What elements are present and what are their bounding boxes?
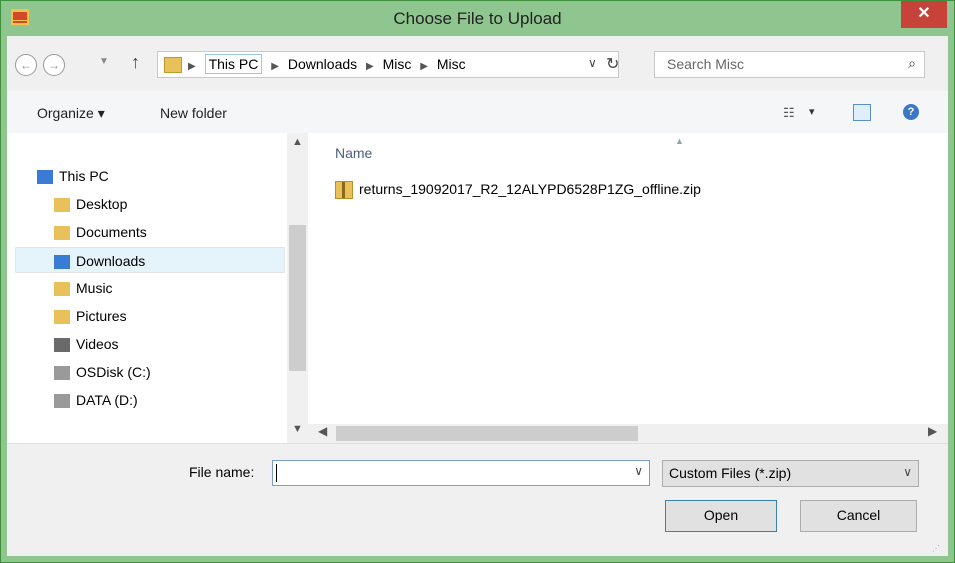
nav-item-label: Music — [76, 280, 113, 296]
list-item[interactable]: returns_19092017_R2_12ALYPD6528P1ZG_offl… — [335, 181, 701, 200]
nav-item-label: DATA (D:) — [76, 392, 138, 408]
forward-button[interactable]: → — [43, 54, 65, 76]
breadcrumb-misc-current[interactable]: Misc — [437, 56, 466, 72]
chevron-down-icon[interactable]: ∨ — [634, 464, 643, 478]
breadcrumb: ▶ This PC ▶ Downloads ▶ Misc ▶ Misc — [188, 54, 471, 74]
breadcrumb-separator-icon[interactable]: ▶ — [271, 61, 279, 72]
back-button[interactable]: ← — [15, 54, 37, 76]
downloads-folder-icon — [54, 255, 70, 270]
address-bar[interactable]: ▶ This PC ▶ Downloads ▶ Misc ▶ Misc ∨ ↻ — [157, 51, 619, 78]
nav-item-data[interactable]: DATA (D:) — [54, 387, 138, 413]
nav-item-label: This PC — [59, 168, 109, 184]
up-arrow-icon[interactable]: ↑ — [131, 52, 140, 73]
scroll-thumb[interactable] — [289, 225, 306, 371]
open-button[interactable]: Open — [665, 500, 777, 532]
drive-icon — [54, 394, 70, 409]
address-dropdown-icon[interactable]: ∨ — [588, 56, 597, 70]
breadcrumb-this-pc[interactable]: This PC — [204, 54, 263, 74]
nav-item-pictures[interactable]: Pictures — [54, 303, 127, 329]
chevron-down-icon[interactable]: ∨ — [903, 465, 912, 479]
preview-pane-icon[interactable] — [853, 104, 871, 121]
nav-item-desktop[interactable]: Desktop — [54, 191, 127, 217]
organize-button[interactable]: Organize ▾ — [37, 105, 105, 122]
title-bar[interactable]: Choose File to Upload ✕ — [1, 1, 954, 35]
pictures-folder-icon — [54, 310, 70, 325]
nav-item-label: Downloads — [76, 253, 146, 269]
view-options-dropdown-icon[interactable]: ▾ — [809, 105, 815, 118]
monitor-icon — [37, 170, 53, 185]
command-toolbar: Organize ▾ New folder ☷ ▾ ? — [7, 91, 948, 134]
nav-item-label: Pictures — [76, 308, 127, 324]
sort-ascending-icon: ▲ — [675, 136, 684, 146]
dialog-body: ← → ▼ ↑ ▶ This PC ▶ Downloads ▶ Misc ▶ M… — [7, 36, 948, 556]
file-name-panel: File name: ∨ Custom Files (*.zip) ∨ Open… — [7, 443, 948, 556]
zip-file-icon — [335, 181, 353, 200]
scroll-left-icon[interactable]: ◀ — [318, 424, 327, 438]
file-name-label: File name: — [189, 464, 255, 480]
file-upload-dialog: Choose File to Upload ✕ ← → ▼ ↑ ▶ This P… — [0, 0, 955, 563]
nav-item-label: Desktop — [76, 196, 128, 212]
resize-grip-icon[interactable]: ⋰ — [932, 544, 940, 553]
nav-item-label: OSDisk (C:) — [76, 364, 151, 380]
desktop-folder-icon — [54, 198, 70, 213]
search-icon[interactable]: ⌕ — [908, 55, 916, 72]
scroll-down-icon[interactable]: ▼ — [292, 423, 303, 435]
cancel-button[interactable]: Cancel — [800, 500, 917, 532]
text-caret — [276, 464, 277, 482]
drive-icon — [54, 366, 70, 381]
nav-item-osdisk[interactable]: OSDisk (C:) — [54, 359, 151, 385]
folder-icon — [164, 57, 182, 73]
nav-item-label: Videos — [76, 336, 119, 352]
scroll-thumb[interactable] — [336, 426, 638, 441]
file-list-horizontal-scrollbar[interactable]: ◀ ▶ — [308, 424, 948, 443]
file-name-input[interactable]: ∨ — [272, 460, 650, 486]
column-header-name[interactable]: Name — [335, 145, 372, 161]
breadcrumb-misc[interactable]: Misc — [383, 56, 412, 72]
nav-item-label: Documents — [76, 224, 147, 240]
help-icon[interactable]: ? — [903, 104, 919, 120]
nav-item-music[interactable]: Music — [54, 275, 113, 301]
nav-item-documents[interactable]: Documents — [54, 219, 147, 245]
search-placeholder: Search Misc — [667, 56, 745, 72]
nav-item-this-pc[interactable]: This PC — [37, 163, 109, 189]
videos-folder-icon — [54, 338, 70, 353]
close-button[interactable]: ✕ — [901, 1, 947, 28]
file-list: Name ▲ returns_19092017_R2_12ALYPD6528P1… — [308, 133, 948, 424]
new-folder-button[interactable]: New folder — [160, 105, 227, 121]
recent-locations-icon[interactable]: ▼ — [99, 56, 109, 67]
breadcrumb-downloads[interactable]: Downloads — [288, 56, 357, 72]
breadcrumb-separator-icon[interactable]: ▶ — [188, 61, 196, 72]
scroll-right-icon[interactable]: ▶ — [928, 424, 937, 438]
address-row: ← → ▼ ↑ ▶ This PC ▶ Downloads ▶ Misc ▶ M… — [7, 36, 948, 91]
dialog-title: Choose File to Upload — [393, 9, 562, 28]
breadcrumb-separator-icon[interactable]: ▶ — [366, 61, 374, 72]
file-type-select[interactable]: Custom Files (*.zip) ∨ — [662, 460, 919, 487]
music-folder-icon — [54, 282, 70, 297]
breadcrumb-separator-icon[interactable]: ▶ — [420, 61, 428, 72]
nav-vertical-scrollbar[interactable]: ▲ ▼ — [287, 133, 308, 443]
scroll-up-icon[interactable]: ▲ — [292, 136, 303, 148]
change-view-icon[interactable]: ☷ — [783, 105, 795, 121]
search-input[interactable]: Search Misc ⌕ — [654, 51, 925, 78]
documents-folder-icon — [54, 226, 70, 241]
nav-item-videos[interactable]: Videos — [54, 331, 119, 357]
navigation-pane: This PC Desktop Documents Downloads Musi… — [7, 133, 287, 443]
file-type-value: Custom Files (*.zip) — [669, 465, 792, 481]
refresh-icon[interactable]: ↻ — [606, 54, 619, 74]
nav-item-downloads[interactable]: Downloads — [15, 247, 285, 273]
file-name: returns_19092017_R2_12ALYPD6528P1ZG_offl… — [359, 181, 701, 197]
